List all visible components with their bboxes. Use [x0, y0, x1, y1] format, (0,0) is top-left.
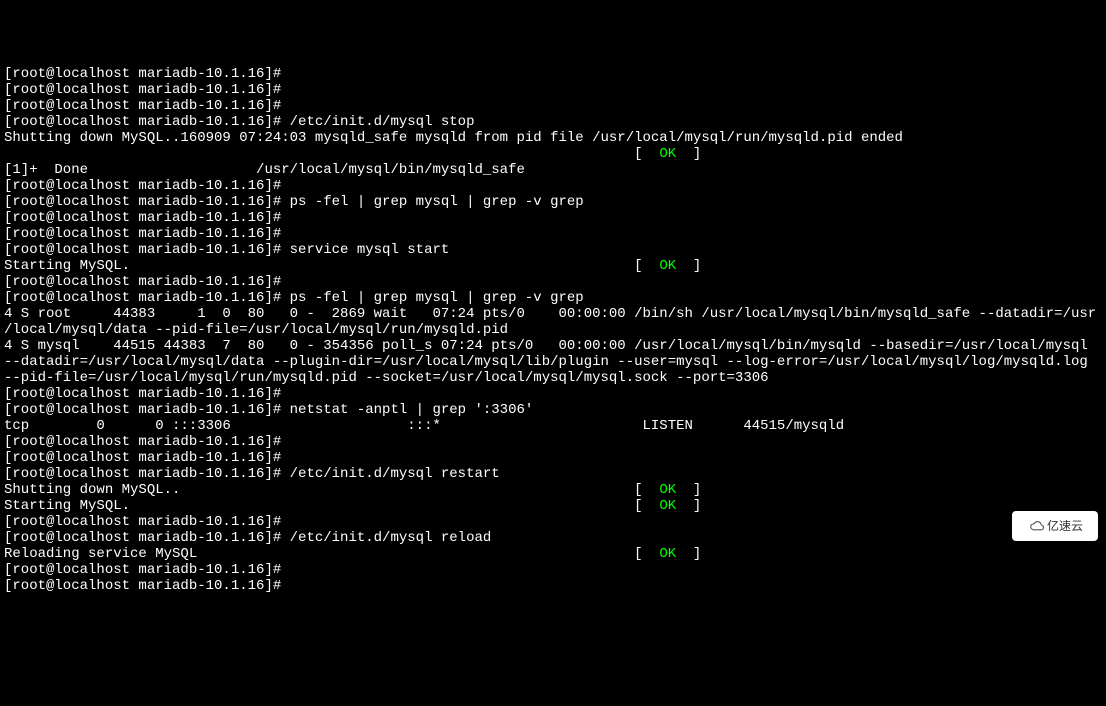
- terminal-line: [root@localhost mariadb-10.1.16]#: [4, 226, 1102, 242]
- terminal-line: [root@localhost mariadb-10.1.16]#: [4, 274, 1102, 290]
- terminal-line: [root@localhost mariadb-10.1.16]# /etc/i…: [4, 466, 1102, 482]
- status-line: Shutting down MySQL.. [ OK ]: [4, 482, 1102, 498]
- status-line: Starting MySQL. [ OK ]: [4, 498, 1102, 514]
- terminal-line: [root@localhost mariadb-10.1.16]#: [4, 450, 1102, 466]
- terminal-line: [root@localhost mariadb-10.1.16]# /etc/i…: [4, 530, 1102, 546]
- terminal-line: [root@localhost mariadb-10.1.16]# ps -fe…: [4, 290, 1102, 306]
- terminal-line: --datadir=/usr/local/mysql/data --plugin…: [4, 354, 1102, 370]
- status-line: Starting MySQL. [ OK ]: [4, 258, 1102, 274]
- terminal-line: [root@localhost mariadb-10.1.16]# servic…: [4, 242, 1102, 258]
- terminal-line: 4 S mysql 44515 44383 7 80 0 - 354356 po…: [4, 338, 1102, 354]
- status-line: Reloading service MySQL [ OK ]: [4, 546, 1102, 562]
- terminal-line: --pid-file=/usr/local/mysql/run/mysqld.p…: [4, 370, 1102, 386]
- terminal-line: [root@localhost mariadb-10.1.16]#: [4, 210, 1102, 226]
- terminal-line: [root@localhost mariadb-10.1.16]#: [4, 514, 1102, 530]
- terminal-line: [root@localhost mariadb-10.1.16]#: [4, 386, 1102, 402]
- terminal-line: 4 S root 44383 1 0 80 0 - 2869 wait 07:2…: [4, 306, 1102, 322]
- terminal-line: [root@localhost mariadb-10.1.16]#: [4, 98, 1102, 114]
- terminal-line: tcp 0 0 :::3306 :::* LISTEN 44515/mysqld: [4, 418, 1102, 434]
- status-prefix: Reloading service MySQL [: [4, 546, 659, 562]
- watermark-badge: 亿速云: [1012, 511, 1098, 541]
- terminal-line: [root@localhost mariadb-10.1.16]# netsta…: [4, 402, 1102, 418]
- terminal-line: /local/mysql/data --pid-file=/usr/local/…: [4, 322, 1102, 338]
- terminal-line: [root@localhost mariadb-10.1.16]#: [4, 178, 1102, 194]
- status-suffix: ]: [676, 498, 701, 514]
- status-suffix: ]: [676, 258, 701, 274]
- status-suffix: ]: [676, 482, 701, 498]
- status-line: [ OK ]: [4, 146, 1102, 162]
- status-suffix: ]: [676, 546, 701, 562]
- terminal-line: [root@localhost mariadb-10.1.16]# ps -fe…: [4, 194, 1102, 210]
- status-prefix: Starting MySQL. [: [4, 498, 659, 514]
- status-ok: OK: [659, 546, 676, 562]
- terminal-output[interactable]: [root@localhost mariadb-10.1.16]#[root@l…: [4, 66, 1102, 594]
- status-ok: OK: [659, 498, 676, 514]
- terminal-line: [root@localhost mariadb-10.1.16]#: [4, 82, 1102, 98]
- status-ok: OK: [659, 258, 676, 274]
- cloud-icon: [1027, 519, 1045, 533]
- terminal-line: [root@localhost mariadb-10.1.16]#: [4, 66, 1102, 82]
- status-prefix: Starting MySQL. [: [4, 258, 659, 274]
- status-ok: OK: [659, 146, 676, 162]
- terminal-line: Shutting down MySQL..160909 07:24:03 mys…: [4, 130, 1102, 146]
- watermark-text: 亿速云: [1047, 518, 1083, 534]
- terminal-line: [root@localhost mariadb-10.1.16]# /etc/i…: [4, 114, 1102, 130]
- status-prefix: [: [4, 146, 659, 162]
- terminal-line: [root@localhost mariadb-10.1.16]#: [4, 562, 1102, 578]
- status-prefix: Shutting down MySQL.. [: [4, 482, 659, 498]
- status-suffix: ]: [676, 146, 701, 162]
- terminal-line: [root@localhost mariadb-10.1.16]#: [4, 578, 1102, 594]
- terminal-line: [1]+ Done /usr/local/mysql/bin/mysqld_sa…: [4, 162, 1102, 178]
- status-ok: OK: [659, 482, 676, 498]
- terminal-line: [root@localhost mariadb-10.1.16]#: [4, 434, 1102, 450]
